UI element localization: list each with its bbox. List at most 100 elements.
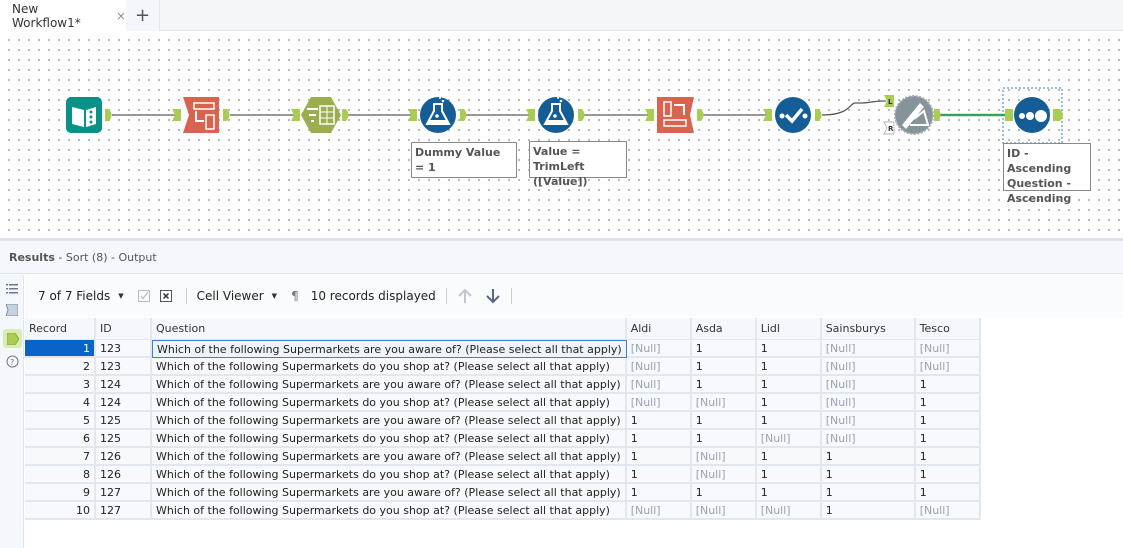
cell-asda[interactable]: [Null]	[691, 448, 757, 466]
formula-tool-2[interactable]	[538, 97, 574, 133]
cell-sainsburys[interactable]: [Null]	[821, 376, 916, 394]
cell-question[interactable]: Which of the following Supermarkets are …	[152, 484, 627, 502]
cell-lidl[interactable]: 1	[756, 448, 822, 466]
fields-dropdown[interactable]: 7 of 7 Fields ▼	[38, 289, 124, 303]
workflow-canvas[interactable]: L R Dummy Value = 1 Value = TrimLeft ([V…	[0, 31, 1123, 238]
cell-aldi[interactable]: 1	[626, 448, 692, 466]
table-row[interactable]: 3 124 Which of the following Supermarkets …	[25, 376, 981, 394]
cell-asda[interactable]: 1	[691, 358, 757, 376]
cell-question[interactable]: Which of the following Supermarkets are …	[152, 448, 627, 466]
output-anchor[interactable]	[342, 109, 349, 121]
cell-asda[interactable]: 1	[691, 340, 757, 358]
cell-sainsburys[interactable]: [Null]	[821, 340, 916, 358]
cell-sainsburys[interactable]: 1	[821, 448, 916, 466]
cell-tesco[interactable]: 1	[915, 484, 981, 502]
cell-record[interactable]: 1	[25, 340, 96, 358]
connection-7[interactable]	[821, 100, 887, 116]
cell-id[interactable]: 124	[96, 376, 152, 394]
cell-aldi[interactable]: 1	[626, 430, 692, 448]
cell-asda[interactable]: 1	[691, 484, 757, 502]
metadata-icon[interactable]	[3, 301, 21, 319]
cell-aldi[interactable]: 1	[626, 484, 692, 502]
cell-question[interactable]: Which of the following Supermarkets do y…	[152, 502, 627, 520]
cell-question[interactable]: Which of the following Supermarkets do y…	[152, 466, 627, 484]
column-header-aldi[interactable]: Aldi	[626, 318, 692, 340]
cell-id[interactable]: 127	[96, 484, 152, 502]
cell-sainsburys[interactable]: [Null]	[821, 394, 916, 412]
cell-tesco[interactable]: [Null]	[915, 502, 981, 520]
deselect-icon[interactable]	[159, 290, 172, 302]
table-row[interactable]: 9 127 Which of the following Supermarkets …	[25, 484, 981, 502]
column-header-record[interactable]: Record	[25, 318, 96, 340]
sort-tool[interactable]	[1014, 97, 1050, 133]
cell-sainsburys[interactable]: 1	[821, 484, 916, 502]
cell-asda[interactable]: 1	[691, 412, 757, 430]
column-header-asda[interactable]: Asda	[691, 318, 757, 340]
close-icon[interactable]: ×	[116, 9, 126, 23]
column-header-lidl[interactable]: Lidl	[756, 318, 822, 340]
cell-tesco[interactable]: 1	[915, 376, 981, 394]
cell-viewer-dropdown[interactable]: Cell Viewer ▼	[197, 289, 277, 303]
help-icon[interactable]: ?	[3, 352, 21, 370]
cell-sainsburys[interactable]: [Null]	[821, 430, 916, 448]
cell-aldi[interactable]: [Null]	[626, 394, 692, 412]
cell-id[interactable]: 126	[96, 448, 152, 466]
select-tool[interactable]	[775, 97, 811, 133]
cell-question[interactable]: Which of the following Supermarkets are …	[152, 376, 627, 394]
cell-asda[interactable]: 1	[691, 376, 757, 394]
cell-record[interactable]: 9	[25, 484, 96, 502]
cell-record[interactable]: 7	[25, 448, 96, 466]
cell-id[interactable]: 123	[96, 358, 152, 376]
cell-tesco[interactable]: [Null]	[915, 358, 981, 376]
table-row[interactable]: 7 126 Which of the following Supermarkets …	[25, 448, 981, 466]
add-tab-button[interactable]: +	[126, 0, 160, 31]
table-row[interactable]: 10 127 Which of the following Supermarkets…	[25, 502, 981, 520]
cell-aldi[interactable]: [Null]	[626, 340, 692, 358]
column-header-id[interactable]: ID	[96, 318, 152, 340]
cell-aldi[interactable]: [Null]	[626, 502, 692, 520]
cell-sainsburys[interactable]: [Null]	[821, 412, 916, 430]
cell-id[interactable]: 125	[96, 412, 152, 430]
cell-asda[interactable]: [Null]	[691, 502, 757, 520]
cell-question[interactable]: Which of the following Supermarkets do y…	[152, 430, 627, 448]
output-anchor[interactable]	[578, 109, 585, 121]
tab-new-workflow1[interactable]: New Workflow1* ×	[0, 0, 126, 31]
data-output-icon[interactable]	[3, 329, 22, 348]
checkbox-icon[interactable]	[137, 290, 150, 302]
cell-sainsburys[interactable]: 1	[821, 502, 916, 520]
output-anchor[interactable]	[105, 109, 112, 121]
output-anchor[interactable]	[1053, 109, 1063, 121]
filter-tool[interactable]	[301, 97, 341, 133]
cell-record[interactable]: 8	[25, 466, 96, 484]
cell-lidl[interactable]: 1	[756, 412, 822, 430]
cell-record[interactable]: 4	[25, 394, 96, 412]
transpose-tool[interactable]	[183, 97, 219, 133]
cell-asda[interactable]: [Null]	[691, 466, 757, 484]
cell-id[interactable]: 126	[96, 466, 152, 484]
table-row[interactable]: 6 125 Which of the following Supermarkets …	[25, 430, 981, 448]
cell-question[interactable]: Which of the following Supermarkets are …	[152, 412, 627, 430]
cell-record[interactable]: 2	[25, 358, 96, 376]
join-tool[interactable]	[894, 95, 934, 135]
cell-lidl[interactable]: 1	[756, 376, 822, 394]
table-row[interactable]: 2 123 Which of the following Supermarkets …	[25, 358, 981, 376]
output-anchor[interactable]	[223, 109, 230, 121]
output-anchor[interactable]	[815, 109, 822, 121]
pilcrow-icon[interactable]: ¶	[291, 289, 299, 303]
output-anchor[interactable]	[934, 109, 941, 121]
cell-tesco[interactable]: 1	[915, 430, 981, 448]
cell-asda[interactable]: [Null]	[691, 394, 757, 412]
cell-lidl[interactable]: 1	[756, 340, 822, 358]
cell-lidl[interactable]: 1	[756, 394, 822, 412]
cell-record[interactable]: 3	[25, 376, 96, 394]
input-anchor[interactable]	[1005, 109, 1013, 121]
cell-tesco[interactable]: 1	[915, 448, 981, 466]
cell-tesco[interactable]: [Null]	[915, 340, 981, 358]
cell-aldi[interactable]: [Null]	[626, 358, 692, 376]
cell-record[interactable]: 5	[25, 412, 96, 430]
cell-question[interactable]: Which of the following Supermarkets are …	[152, 340, 627, 358]
cell-id[interactable]: 124	[96, 394, 152, 412]
cell-lidl[interactable]: 1	[756, 484, 822, 502]
cell-lidl[interactable]: 1	[756, 358, 822, 376]
cell-id[interactable]: 123	[96, 340, 152, 358]
